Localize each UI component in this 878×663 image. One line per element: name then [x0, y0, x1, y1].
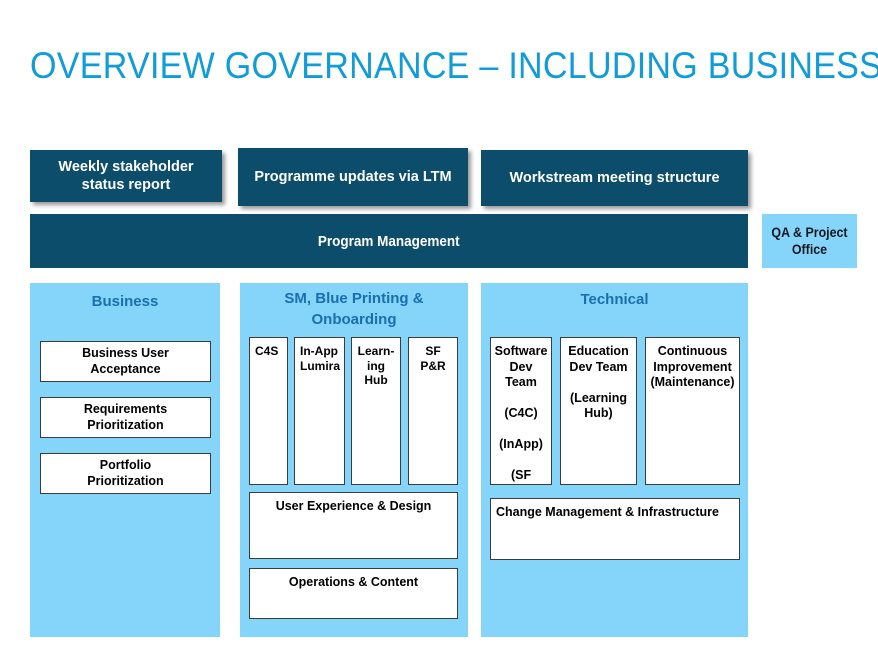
slide-canvas: OVERVIEW GOVERNANCE – INCLUDING BUSINESS…	[0, 0, 878, 663]
callout-box-programme-updates-via-ltm[interactable]: Programme updates via LTM	[238, 148, 468, 206]
callout-box-workstream-meeting-structure[interactable]: Workstream meeting structure	[481, 150, 748, 206]
column-title-business: Business	[91, 293, 159, 310]
card-label: Continuous Improvement (Maintenance)	[650, 344, 735, 389]
card-label: Requirements Prioritization	[83, 402, 168, 432]
callout-label: Weekly stakeholder status report	[58, 159, 194, 193]
card-software-dev-team[interactable]: Software Dev Team (C4C) (InApp) (SF P&R)	[490, 337, 552, 485]
card-portfolio-prioritization[interactable]: Portfolio Prioritization	[40, 453, 211, 494]
card-label: SF P&R	[420, 344, 446, 373]
card-label: Business User Acceptance	[82, 346, 169, 376]
program-management-bar[interactable]: Program Management	[30, 214, 748, 268]
card-requirements-prioritization[interactable]: Requirements Prioritization	[40, 397, 211, 438]
card-business-user-acceptance[interactable]: Business User Acceptance	[40, 341, 211, 382]
callout-label: Workstream meeting structure	[509, 170, 720, 186]
card-education-dev-team[interactable]: Education Dev Team (Learning Hub)	[560, 337, 637, 485]
card-in-app-lumira[interactable]: In-App Lumira	[294, 337, 345, 485]
card-label: Change Management & Infrastructure	[496, 505, 719, 519]
card-change-management-infrastructure[interactable]: Change Management & Infrastructure	[490, 498, 740, 560]
qa-project-office-label: QA & Project Office	[771, 225, 848, 257]
card-label: User Experience & Design	[275, 499, 432, 513]
card-sf-pr[interactable]: SF P&R	[408, 337, 458, 485]
qa-project-office-box[interactable]: QA & Project Office	[762, 214, 857, 268]
program-management-label: Program Management	[318, 232, 460, 250]
card-label: Learn- ing Hub	[357, 344, 395, 387]
callout-label: Programme updates via LTM	[254, 169, 452, 185]
card-label: Software Dev Team (C4C) (InApp) (SF P&R)	[494, 344, 548, 484]
card-continuous-improvement[interactable]: Continuous Improvement (Maintenance)	[645, 337, 740, 485]
card-user-experience-design[interactable]: User Experience & Design	[249, 492, 458, 559]
page-title: OVERVIEW GOVERNANCE – INCLUDING BUSINESS	[30, 45, 878, 86]
card-c4s[interactable]: C4S	[249, 337, 288, 485]
column-title-sm-blue-printing-onboarding: SM, Blue Printing & Onboarding	[284, 290, 424, 328]
card-label: Portfolio Prioritization	[87, 458, 164, 488]
card-label: Education Dev Team (Learning Hub)	[568, 344, 629, 420]
callout-box-weekly-stakeholder-status-report[interactable]: Weekly stakeholder status report	[30, 150, 222, 202]
card-operations-content[interactable]: Operations & Content	[249, 568, 458, 619]
card-label: C4S	[255, 344, 279, 358]
card-label: In-App Lumira	[300, 344, 341, 373]
column-title-technical: Technical	[580, 291, 649, 308]
card-label: Operations & Content	[288, 575, 419, 589]
card-learning-hub[interactable]: Learn- ing Hub	[351, 337, 401, 485]
